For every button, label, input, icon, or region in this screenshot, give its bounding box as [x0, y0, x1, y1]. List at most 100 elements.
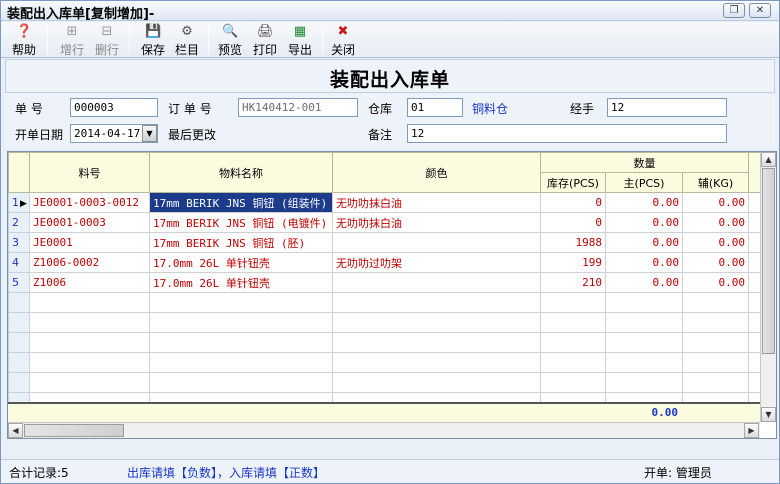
- cell-aux[interactable]: 0.00: [681, 252, 750, 273]
- cell-color[interactable]: [332, 232, 541, 253]
- delete-row-button[interactable]: ⊟ 删行: [92, 24, 122, 57]
- cell-part-no[interactable]: JE0001: [29, 232, 150, 253]
- vertical-scroll-thumb[interactable]: [762, 168, 775, 354]
- table-row[interactable]: 2 JE0001-0003 17mm BERIK JNS 铜钮 (电镀件) 无叻叻抹白…: [8, 212, 762, 233]
- cell-color[interactable]: [332, 372, 541, 393]
- cell-stock[interactable]: [540, 292, 606, 313]
- note-field[interactable]: 12: [407, 124, 727, 143]
- cell-main[interactable]: 0.00: [605, 272, 683, 293]
- column-header-main[interactable]: 主(PCS): [605, 172, 683, 193]
- cell-stock[interactable]: 1988: [540, 232, 606, 253]
- restore-icon[interactable]: ❐: [723, 3, 745, 18]
- cell-main[interactable]: [605, 352, 683, 373]
- cell-stock[interactable]: [540, 312, 606, 333]
- cell-aux[interactable]: 0.00: [681, 272, 750, 293]
- chevron-down-icon[interactable]: ▼: [142, 125, 157, 142]
- cell-color[interactable]: 无叻叻抹白油: [332, 212, 541, 233]
- cell-part-no[interactable]: Z1006-0002: [29, 252, 150, 273]
- add-row-button[interactable]: ⊞ 增行: [57, 24, 87, 57]
- cell-color[interactable]: 无叻叻抹白油: [332, 192, 541, 213]
- column-header-part-no[interactable]: 料号: [29, 152, 150, 193]
- save-button[interactable]: 💾 保存: [138, 24, 168, 57]
- cell-aux[interactable]: 0.00: [681, 192, 750, 213]
- cell-aux[interactable]: [681, 352, 750, 373]
- scroll-down-icon[interactable]: ▼: [761, 407, 776, 422]
- cell-main[interactable]: 0.00: [605, 232, 683, 253]
- cell-aux[interactable]: [681, 332, 750, 353]
- cell-name[interactable]: [149, 372, 333, 393]
- cell-part-no[interactable]: JE0001-0003-0012: [29, 192, 150, 213]
- doc-no-field[interactable]: 000003: [70, 98, 158, 117]
- cell-aux[interactable]: 0.00: [681, 212, 750, 233]
- table-row[interactable]: [8, 332, 762, 353]
- cell-color[interactable]: [332, 272, 541, 293]
- cell-stock[interactable]: 0: [540, 212, 606, 233]
- vertical-scrollbar[interactable]: ▲ ▼: [760, 152, 776, 422]
- cell-color[interactable]: [332, 352, 541, 373]
- warehouse-name-link[interactable]: 铜料仓: [472, 100, 508, 117]
- cell-stock[interactable]: 199: [540, 252, 606, 273]
- cell-aux[interactable]: [681, 292, 750, 313]
- cell-part-no[interactable]: [29, 332, 150, 353]
- cell-part-no[interactable]: JE0001-0003: [29, 212, 150, 233]
- close-button[interactable]: ✖ 关闭: [328, 24, 358, 57]
- scroll-up-icon[interactable]: ▲: [761, 152, 776, 167]
- print-button[interactable]: 🖨 打印: [250, 24, 280, 57]
- table-row[interactable]: 4 Z1006-0002 17.0mm 26L 单针钮壳 无叻叻过叻架 199 0.00 0…: [8, 252, 762, 273]
- cell-name[interactable]: 17.0mm 26L 单针钮壳: [149, 252, 333, 273]
- scroll-right-icon[interactable]: ▶: [744, 423, 759, 438]
- cell-stock[interactable]: 210: [540, 272, 606, 293]
- cell-name[interactable]: [149, 352, 333, 373]
- handler-field[interactable]: 12: [607, 98, 727, 117]
- column-header-stock[interactable]: 库存(PCS): [540, 172, 606, 193]
- table-row[interactable]: [8, 352, 762, 373]
- cell-name[interactable]: 17mm BERIK JNS 铜钮 (组装件): [149, 192, 333, 213]
- table-row[interactable]: 5 Z1006 17.0mm 26L 单针钮壳 210 0.00 0.00: [8, 272, 762, 293]
- cell-color[interactable]: 无叻叻过叻架: [332, 252, 541, 273]
- cell-aux[interactable]: 0.00: [681, 232, 750, 253]
- scroll-left-icon[interactable]: ◀: [8, 423, 23, 438]
- cell-main[interactable]: [605, 372, 683, 393]
- column-header-color[interactable]: 颜色: [332, 152, 541, 193]
- cell-name[interactable]: 17.0mm 26L 单针钮壳: [149, 272, 333, 293]
- columns-button[interactable]: ⚙ 栏目: [172, 24, 202, 57]
- column-header-aux[interactable]: 辅(KG): [681, 172, 750, 193]
- cell-stock[interactable]: 0: [540, 192, 606, 213]
- cell-name[interactable]: 17mm BERIK JNS 铜钮 (胚): [149, 232, 333, 253]
- cell-name[interactable]: [149, 292, 333, 313]
- cell-name[interactable]: 17mm BERIK JNS 铜钮 (电镀件): [149, 212, 333, 233]
- cell-part-no[interactable]: [29, 312, 150, 333]
- cell-main[interactable]: [605, 312, 683, 333]
- cell-part-no[interactable]: Z1006: [29, 272, 150, 293]
- cell-main[interactable]: 0.00: [605, 212, 683, 233]
- column-header-name[interactable]: 物料名称: [149, 152, 333, 193]
- cell-main[interactable]: [605, 332, 683, 353]
- cell-aux[interactable]: [681, 372, 750, 393]
- horizontal-scroll-thumb[interactable]: [24, 424, 124, 437]
- cell-aux[interactable]: [681, 312, 750, 333]
- cell-name[interactable]: [149, 332, 333, 353]
- cell-color[interactable]: [332, 292, 541, 313]
- export-button[interactable]: ▦ 导出: [285, 24, 315, 57]
- help-button[interactable]: ❓ 帮助: [9, 24, 39, 57]
- cell-part-no[interactable]: [29, 372, 150, 393]
- cell-part-no[interactable]: [29, 352, 150, 373]
- order-no-field[interactable]: HK140412-001: [238, 98, 358, 117]
- horizontal-scrollbar[interactable]: ◀ ▶: [8, 422, 760, 438]
- table-row[interactable]: 1▶ JE0001-0003-0012 17mm BERIK JNS 铜钮 (组装件…: [8, 192, 762, 213]
- table-row[interactable]: [8, 372, 762, 393]
- warehouse-field[interactable]: 01: [407, 98, 463, 117]
- cell-main[interactable]: 0.00: [605, 252, 683, 273]
- window-close-icon[interactable]: ✕: [749, 3, 771, 18]
- cell-main[interactable]: [605, 292, 683, 313]
- cell-stock[interactable]: [540, 372, 606, 393]
- cell-stock[interactable]: [540, 352, 606, 373]
- cell-stock[interactable]: [540, 332, 606, 353]
- cell-name[interactable]: [149, 312, 333, 333]
- cell-main[interactable]: 0.00: [605, 192, 683, 213]
- table-row[interactable]: [8, 292, 762, 313]
- table-row[interactable]: 3 JE0001 17mm BERIK JNS 铜钮 (胚) 1988 0.00 0.00: [8, 232, 762, 253]
- cell-part-no[interactable]: [29, 292, 150, 313]
- cell-color[interactable]: [332, 332, 541, 353]
- table-row[interactable]: [8, 312, 762, 333]
